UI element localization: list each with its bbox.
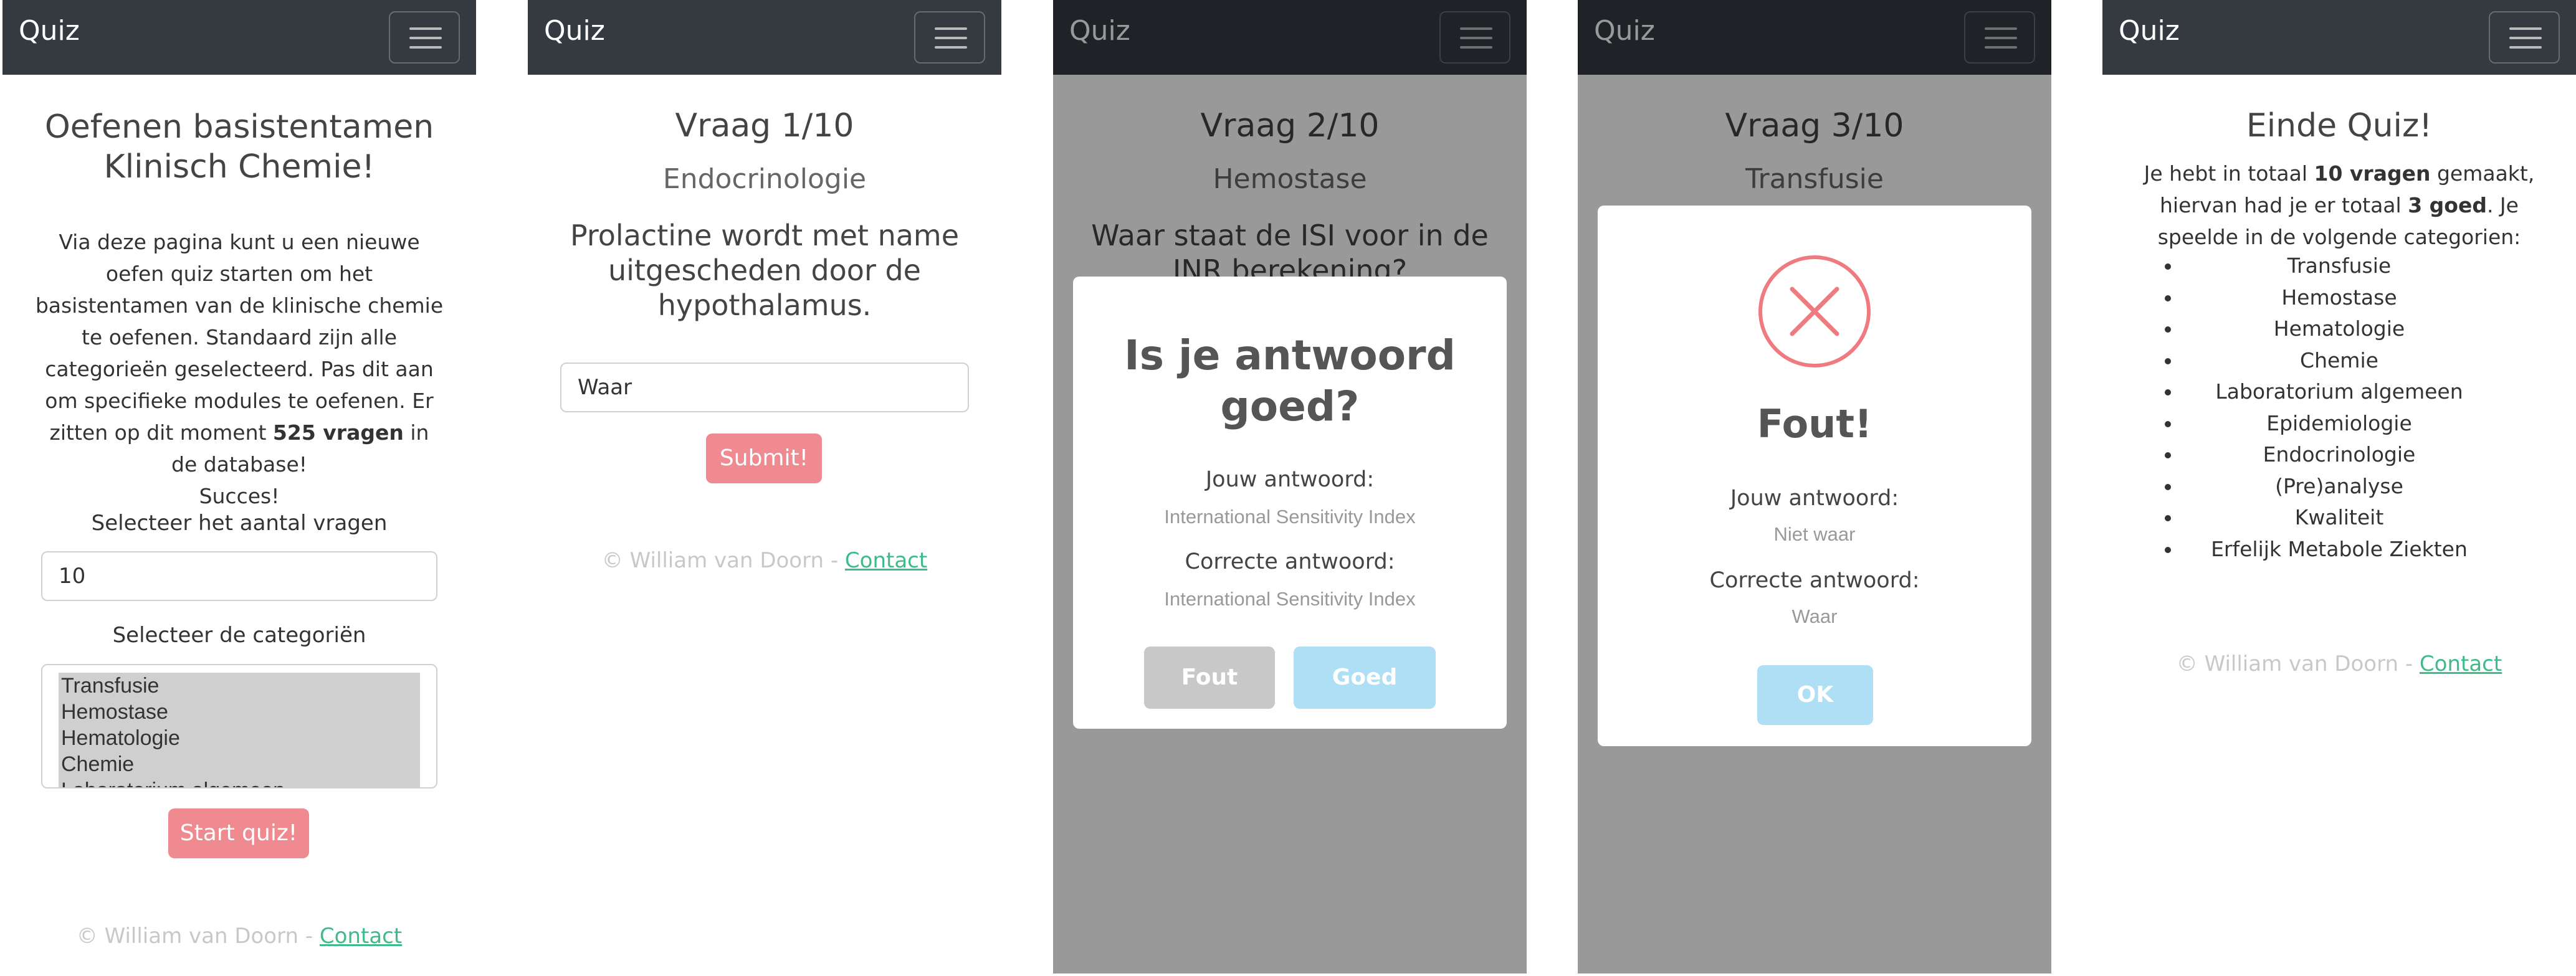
footer: © William van Doorn - Contact [2102, 651, 2576, 676]
menu-toggle-button[interactable] [389, 11, 460, 64]
played-categories-list: Transfusie Hemostase Hematologie Chemie … [2102, 250, 2576, 565]
question-count: 525 vragen [272, 420, 404, 445]
total-correct: 3 goed [2408, 193, 2487, 217]
menu-toggle-button[interactable] [2489, 11, 2560, 64]
answer-input[interactable]: Waar [560, 362, 969, 412]
category-option[interactable]: Laboratorium algemeen [61, 777, 420, 787]
category-option[interactable]: Hematologie [61, 725, 420, 751]
list-item: Hematologie [2102, 313, 2576, 345]
copyright-text: © William van Doorn - [601, 548, 845, 573]
page-title: Einde Quiz! [2246, 107, 2433, 145]
menu-toggle-button[interactable] [914, 11, 985, 64]
copyright-text: © William van Doorn - [76, 924, 320, 949]
screen-start: Quiz Oefenen basistentamen Klinisch Chem… [2, 0, 476, 974]
navbar: Quiz [528, 0, 1001, 75]
your-answer-value: Niet waar [1773, 523, 1856, 545]
screen-question: Quiz Vraag 1/10 Endocrinologie Prolactin… [528, 0, 1001, 974]
your-answer-value: International Sensitivity Index [1164, 506, 1416, 528]
list-item: Endocrinologie [2102, 439, 2576, 471]
count-label: Selecteer het aantal vragen [91, 511, 388, 536]
page-title: Oefenen basistentamen Klinisch Chemie! [44, 108, 434, 186]
summary-text: Je hebt in totaal 10 vragen gemaakt, hie… [2127, 158, 2551, 253]
right-button[interactable]: Goed [1294, 647, 1436, 709]
copyright-text: © William van Doorn - [2176, 651, 2420, 676]
question-text: Prolactine wordt met name uitgescheden d… [570, 219, 960, 322]
screen-check-answer: Quiz Vraag 2/10 Hemostase Waar staat de … [1053, 0, 1527, 974]
list-item: Epidemiologie [2102, 408, 2576, 440]
contact-link[interactable]: Contact [2420, 651, 2502, 676]
question-number: Vraag 1/10 [675, 107, 854, 145]
footer: © William van Doorn - Contact [2, 924, 476, 949]
contact-link[interactable]: Contact [320, 924, 402, 949]
navbar-brand[interactable]: Quiz [2119, 15, 2180, 47]
list-item: Transfusie [2102, 250, 2576, 282]
error-x-icon [1758, 255, 1871, 367]
list-item: Laboratorium algemeen [2102, 376, 2576, 408]
question-category: Endocrinologie [662, 163, 867, 195]
correct-answer-label: Correcte antwoord: [1709, 568, 1920, 593]
total-made: 10 vragen [2314, 161, 2431, 186]
question-count-input[interactable]: 10 [41, 551, 437, 601]
screen-result: Quiz Vraag 3/10 Transfusie Fout! Jouw an… [1578, 0, 2051, 974]
wrong-button[interactable]: Fout [1144, 647, 1275, 709]
correct-answer-value: Waar [1791, 605, 1838, 627]
navbar: Quiz [2102, 0, 2576, 75]
navbar-brand[interactable]: Quiz [544, 15, 605, 47]
screen-end: Quiz Einde Quiz! Je hebt in totaal 10 vr… [2102, 0, 2576, 974]
list-item: Erfelijk Metabole Ziekten [2102, 534, 2576, 566]
navbar: Quiz [2, 0, 476, 75]
category-label: Selecteer de categoriën [112, 623, 366, 648]
answer-check-modal: Is je antwoord goed? Jouw antwoord: Inte… [1073, 277, 1507, 729]
success-text: Succes! [199, 484, 280, 508]
category-option[interactable]: Transfusie [61, 673, 420, 699]
your-answer-label: Jouw antwoord: [1730, 486, 1899, 511]
submit-button[interactable]: Submit! [706, 434, 822, 483]
modal-title: Is je antwoord goed? [1124, 331, 1456, 430]
intro-text-start: Via deze pagina kunt u een nieuwe oefen … [35, 230, 444, 445]
ok-button[interactable]: OK [1757, 665, 1873, 725]
category-option[interactable]: Chemie [61, 751, 420, 777]
list-item: Kwaliteit [2102, 502, 2576, 534]
your-answer-label: Jouw antwoord: [1205, 467, 1375, 492]
result-modal: Fout! Jouw antwoord: Niet waar Correcte … [1598, 206, 2031, 746]
navbar-brand[interactable]: Quiz [19, 15, 80, 47]
footer: © William van Doorn - Contact [528, 548, 1001, 573]
correct-answer-label: Correcte antwoord: [1185, 549, 1395, 574]
category-option[interactable]: Hemostase [61, 699, 420, 725]
correct-answer-value: International Sensitivity Index [1164, 588, 1416, 610]
modal-title: Fout! [1757, 401, 1872, 447]
intro-text: Via deze pagina kunt u een nieuwe oefen … [34, 226, 445, 512]
list-item: (Pre)analyse [2102, 471, 2576, 503]
summary-pre: Je hebt in totaal [2144, 161, 2307, 186]
list-item: Chemie [2102, 345, 2576, 377]
category-select[interactable]: Transfusie Hemostase Hematologie Chemie … [41, 664, 437, 789]
start-quiz-button[interactable]: Start quiz! [168, 808, 309, 858]
contact-link[interactable]: Contact [845, 548, 927, 573]
list-item: Hemostase [2102, 282, 2576, 314]
